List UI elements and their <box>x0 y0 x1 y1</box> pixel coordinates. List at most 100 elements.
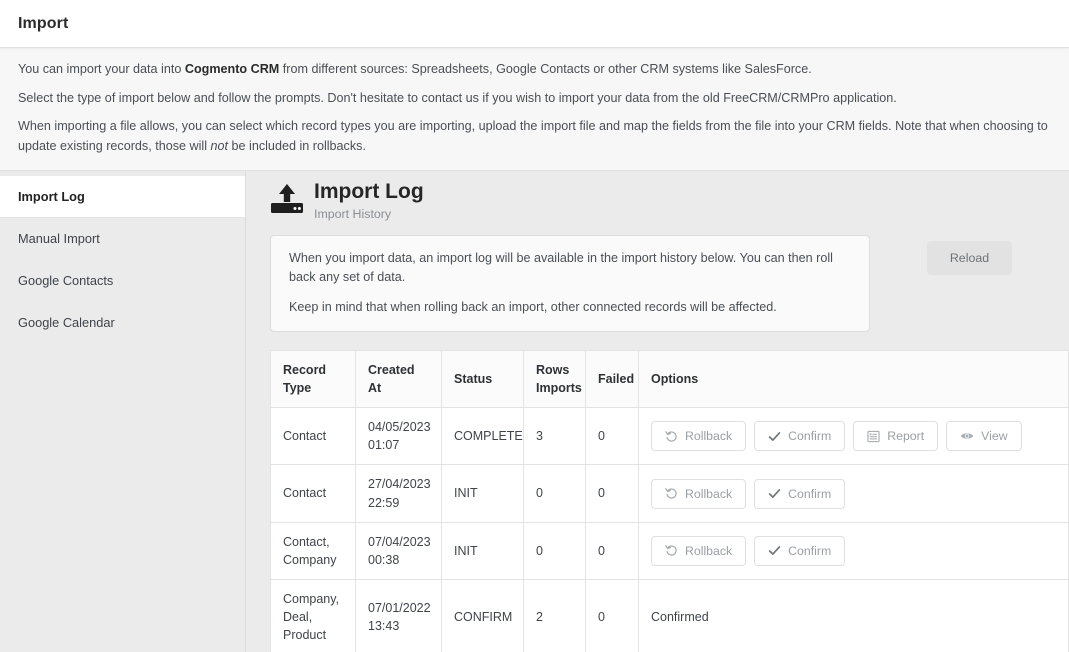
table-head: Record Type Created At Status Rows Impor… <box>271 350 1069 407</box>
cell-created-at: 07/04/2023 00:38 <box>356 522 442 579</box>
report-button-label: Report <box>887 429 924 443</box>
upload-icon <box>270 182 304 216</box>
import-content-area: Import Log Import History When you impor… <box>246 171 1069 652</box>
cell-created-at: 04/05/2023 01:07 <box>356 408 442 465</box>
confirm-button[interactable]: Confirm <box>754 536 845 566</box>
column-header-failed: Failed <box>586 350 639 407</box>
cell-options: Rollback Confirm Report View <box>639 408 1069 465</box>
description-line-3-part-a: When importing a file allows, you can se… <box>18 119 1048 153</box>
cell-status: INIT <box>442 465 524 522</box>
sidebar-item-import-log[interactable]: Import Log <box>0 176 245 218</box>
row-action-buttons: Rollback Confirm Report View <box>651 421 1056 451</box>
table-header-row: Record Type Created At Status Rows Impor… <box>271 350 1069 407</box>
description-line-2: Select the type of import below and foll… <box>18 89 1051 109</box>
column-header-options: Options <box>639 350 1069 407</box>
import-history-table-wrapper: Record Type Created At Status Rows Impor… <box>270 350 1069 652</box>
content-title: Import Log <box>314 180 424 204</box>
rollback-button[interactable]: Rollback <box>651 421 746 451</box>
reload-button[interactable]: Reload <box>927 241 1012 275</box>
info-text-2: Keep in mind that when rolling back an i… <box>289 298 851 317</box>
import-history-table: Record Type Created At Status Rows Impor… <box>270 350 1069 652</box>
confirm-button[interactable]: Confirm <box>754 421 845 451</box>
view-button[interactable]: View <box>946 421 1021 451</box>
content-subtitle: Import History <box>314 207 424 221</box>
cell-rows-imports: 0 <box>524 522 586 579</box>
cell-failed: 0 <box>586 579 639 652</box>
description-line-1: You can import your data into Cogmento C… <box>18 60 1051 80</box>
import-sidebar: Import Log Manual Import Google Contacts Go… <box>0 171 246 652</box>
info-text-1: When you import data, an import log will… <box>289 249 851 287</box>
report-icon <box>867 430 880 443</box>
eye-icon <box>960 429 974 443</box>
rollback-button[interactable]: Rollback <box>651 536 746 566</box>
description-line-3: When importing a file allows, you can se… <box>18 117 1051 156</box>
sidebar-item-label: Manual Import <box>18 231 100 246</box>
sidebar-item-google-calendar[interactable]: Google Calendar <box>0 302 245 344</box>
description-emphasis-not: not <box>211 139 229 153</box>
cell-rows-imports: 2 <box>524 579 586 652</box>
confirm-button-label: Confirm <box>788 544 831 558</box>
confirm-button-label: Confirm <box>788 429 831 443</box>
table-row: Company, Deal, Product07/01/2022 13:43CO… <box>271 579 1069 652</box>
report-button[interactable]: Report <box>853 421 938 451</box>
page-title: Import <box>18 15 68 33</box>
description-line-3-part-c: be included in rollbacks. <box>228 139 366 153</box>
info-box: When you import data, an import log will… <box>270 235 870 332</box>
table-row: Contact27/04/2023 22:59INIT00RollbackCon… <box>271 465 1069 522</box>
cell-rows-imports: 0 <box>524 465 586 522</box>
cell-status: CONFIRM <box>442 579 524 652</box>
cell-created-at: 07/01/2022 13:43 <box>356 579 442 652</box>
body-wrapper: Import Log Manual Import Google Contacts Go… <box>0 171 1069 652</box>
view-button-label: View <box>981 429 1007 443</box>
cell-record-type: Contact, Company <box>271 522 356 579</box>
table-row: Contact, Company07/04/2023 00:38INIT00Ro… <box>271 522 1069 579</box>
description-line-1-part-a: You can import your data into <box>18 62 185 76</box>
import-description-panel: You can import your data into Cogmento C… <box>0 48 1069 171</box>
cell-failed: 0 <box>586 465 639 522</box>
cell-record-type: Contact <box>271 465 356 522</box>
column-header-created-at: Created At <box>356 350 442 407</box>
table-body: Contact04/05/2023 01:07COMPLETE30Rollbac… <box>271 408 1069 652</box>
description-line-1-part-c: from different sources: Spreadsheets, Go… <box>279 62 811 76</box>
rollback-button-label: Rollback <box>685 544 732 558</box>
sidebar-item-label: Google Calendar <box>18 315 115 330</box>
column-header-record-type: Record Type <box>271 350 356 407</box>
check-icon <box>768 544 781 557</box>
cell-record-type: Company, Deal, Product <box>271 579 356 652</box>
cell-options: Confirmed <box>639 579 1069 652</box>
column-header-status: Status <box>442 350 524 407</box>
confirm-button[interactable]: Confirm <box>754 479 845 509</box>
info-row: When you import data, an import log will… <box>270 235 1069 332</box>
sidebar-item-manual-import[interactable]: Manual Import <box>0 218 245 260</box>
reload-button-wrapper: Reload <box>870 235 1069 275</box>
content-header: Import Log Import History <box>270 179 1069 221</box>
rollback-button-label: Rollback <box>685 429 732 443</box>
confirm-button-label: Confirm <box>788 487 831 501</box>
cell-failed: 0 <box>586 522 639 579</box>
cell-status: COMPLETE <box>442 408 524 465</box>
cell-rows-imports: 3 <box>524 408 586 465</box>
cell-status: INIT <box>442 522 524 579</box>
rollback-button-label: Rollback <box>685 487 732 501</box>
row-action-buttons: Rollback Confirm <box>651 536 1056 566</box>
page-header: Import <box>0 0 1069 48</box>
table-row: Contact04/05/2023 01:07COMPLETE30 Rollbac… <box>271 408 1069 465</box>
undo-icon <box>665 544 678 557</box>
sidebar-item-google-contacts[interactable]: Google Contacts <box>0 260 245 302</box>
cell-created-at: 27/04/2023 22:59 <box>356 465 442 522</box>
cell-options: Rollback Confirm <box>639 522 1069 579</box>
rollback-button[interactable]: Rollback <box>651 479 746 509</box>
sidebar-item-label: Import Log <box>18 189 85 204</box>
options-status-text: Confirmed <box>651 610 709 624</box>
product-name: Cogmento CRM <box>185 62 279 76</box>
check-icon <box>768 487 781 500</box>
cell-options: Rollback Confirm <box>639 465 1069 522</box>
row-action-buttons: Rollback Confirm <box>651 479 1056 509</box>
sidebar-item-label: Google Contacts <box>18 273 113 288</box>
cell-failed: 0 <box>586 408 639 465</box>
undo-icon <box>665 430 678 443</box>
undo-icon <box>665 487 678 500</box>
cell-record-type: Contact <box>271 408 356 465</box>
check-icon <box>768 430 781 443</box>
content-header-text: Import Log Import History <box>314 179 424 221</box>
